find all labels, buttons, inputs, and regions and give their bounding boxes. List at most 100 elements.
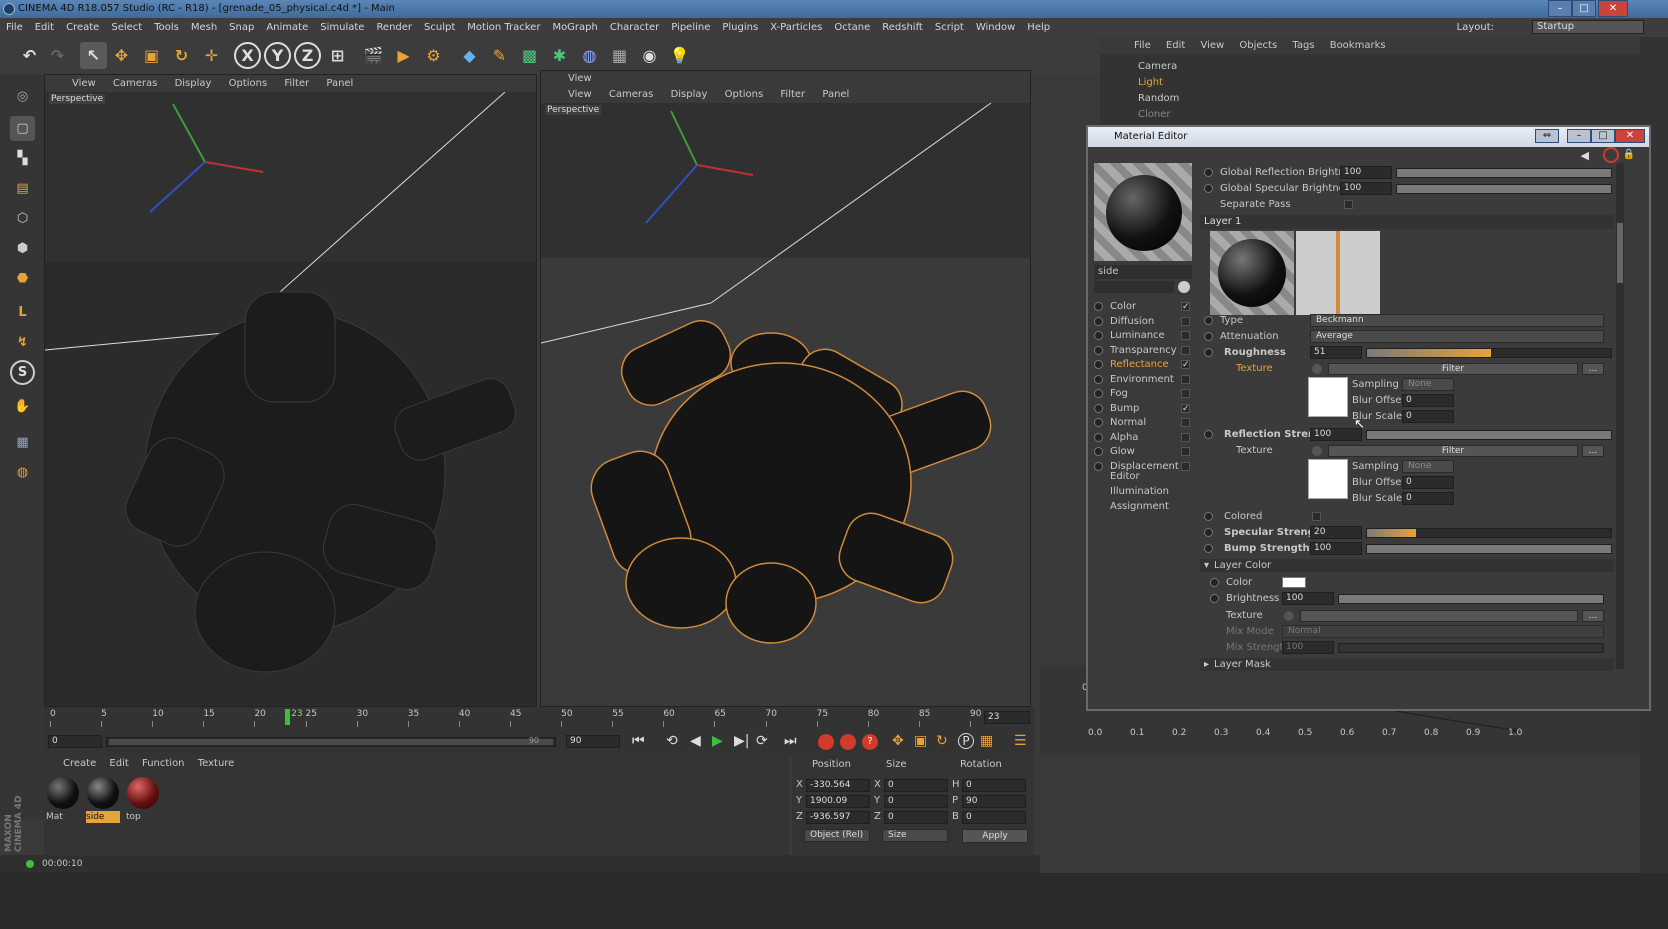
material-swatch-mat[interactable]: Mat	[44, 775, 82, 823]
material-preview[interactable]	[1094, 163, 1192, 261]
coord-mode-dropdown[interactable]: Object (Rel)	[804, 829, 870, 842]
blur-scale2-field[interactable]: 0	[1402, 492, 1454, 505]
texture2-more-button[interactable]: ...	[1582, 445, 1604, 457]
object-row-cloner[interactable]: Cloner	[1114, 107, 1304, 123]
record-key-icon[interactable]	[818, 734, 834, 750]
layer-texture-more-button[interactable]: ...	[1582, 610, 1604, 622]
channel-bump[interactable]: Bump ✓	[1094, 401, 1190, 416]
camera-icon[interactable]: ◉	[636, 42, 663, 69]
animate-dot[interactable]	[1204, 544, 1213, 553]
object-mode-icon[interactable]: ▢	[10, 116, 35, 141]
texture2-filter-button[interactable]: Filter	[1328, 445, 1578, 457]
minimize-button[interactable]: –	[1548, 0, 1572, 17]
channel-dot[interactable]	[1094, 302, 1103, 311]
channel-checkbox[interactable]	[1181, 345, 1190, 355]
axis-mode-icon[interactable]: L	[10, 300, 35, 325]
blur-offset1-field[interactable]: 0	[1402, 394, 1454, 407]
material-name-field[interactable]: side	[1094, 265, 1192, 279]
bump-strength-slider[interactable]	[1366, 544, 1612, 554]
mm-menu-function[interactable]: Function	[137, 758, 190, 769]
floor-icon[interactable]: ▦	[606, 42, 633, 69]
model-mode-icon[interactable]: ◎	[10, 84, 35, 109]
animate-dot[interactable]	[1204, 184, 1213, 193]
planar-workplane-icon[interactable]: ▦	[10, 430, 35, 455]
start-frame-field[interactable]: 0	[48, 735, 102, 748]
channel-dot[interactable]	[1094, 374, 1103, 384]
menu-file[interactable]: File	[0, 18, 29, 37]
section-editor[interactable]: Editor	[1110, 471, 1140, 482]
type-dropdown[interactable]: Beckmann	[1310, 314, 1604, 327]
viewport-right[interactable]: View View Cameras Display Options Filter…	[540, 70, 1031, 707]
vp-menu-display[interactable]: Display	[168, 75, 219, 92]
section-illumination[interactable]: Illumination	[1110, 486, 1169, 497]
animate-dot[interactable]	[1210, 578, 1219, 587]
mm-menu-create[interactable]: Create	[58, 758, 101, 769]
end-frame-field[interactable]: 90	[566, 735, 620, 748]
me-maximize-button[interactable]: □	[1591, 129, 1615, 143]
tweak-mode-icon[interactable]: ↯	[10, 330, 35, 355]
texture1-filter-button[interactable]: Filter	[1328, 363, 1578, 375]
material-pick-icon[interactable]	[1178, 281, 1190, 293]
attenuation-dropdown[interactable]: Average	[1310, 330, 1604, 343]
blur-offset2-field[interactable]: 0	[1402, 476, 1454, 489]
om-menu-edit[interactable]: Edit	[1160, 37, 1191, 54]
channel-dot[interactable]	[1094, 316, 1103, 326]
solo-icon[interactable]: ◍	[10, 460, 35, 485]
layer-color-swatch[interactable]	[1282, 577, 1306, 588]
autokey-icon[interactable]	[840, 734, 856, 750]
texture2-arrow-icon[interactable]	[1312, 446, 1322, 456]
subdivision-icon[interactable]: ▩	[516, 42, 543, 69]
channel-checkbox[interactable]: ✓	[1181, 302, 1190, 312]
mix-strength-slider[interactable]	[1338, 643, 1604, 653]
polygons-mode-icon[interactable]: ⬣	[10, 266, 35, 291]
back-arrow-icon[interactable]: ◀	[1581, 149, 1589, 162]
vp-menu-view[interactable]: View	[65, 75, 103, 92]
snap-icon[interactable]: S	[10, 360, 35, 385]
light-icon[interactable]: 💡	[666, 42, 693, 69]
vp2-menu-cameras[interactable]: Cameras	[602, 86, 660, 103]
mm-menu-texture[interactable]: Texture	[193, 758, 240, 769]
specular-strength-slider[interactable]	[1366, 528, 1612, 538]
menu-sculpt[interactable]: Sculpt	[418, 18, 461, 37]
coord-size-dropdown[interactable]: Size	[882, 829, 948, 842]
deformer-icon[interactable]: ◍	[576, 42, 603, 69]
layer-mask-group[interactable]: ▸ Layer Mask	[1200, 658, 1614, 671]
me-close-button[interactable]: ✕	[1615, 129, 1645, 143]
channel-dot[interactable]	[1094, 432, 1103, 442]
global-specular-slider[interactable]	[1396, 184, 1612, 194]
undo-icon[interactable]: ↶	[16, 42, 43, 69]
goto-start-icon[interactable]: ⏮	[632, 733, 645, 749]
global-reflection-field[interactable]: 100	[1340, 166, 1392, 179]
key-scale-icon[interactable]: ▣	[914, 733, 927, 749]
layer-brightness-field[interactable]: 100	[1282, 592, 1334, 605]
channel-checkbox[interactable]: ✓	[1181, 403, 1190, 413]
channel-color[interactable]: Color ✓	[1094, 299, 1190, 314]
channel-checkbox[interactable]	[1181, 447, 1190, 456]
layer-texture-arrow-icon[interactable]	[1284, 611, 1294, 621]
channel-checkbox[interactable]	[1181, 374, 1190, 384]
render-view-icon[interactable]: 🎬	[360, 42, 387, 69]
texture1-more-button[interactable]: ...	[1582, 363, 1604, 375]
channel-dot[interactable]	[1094, 360, 1103, 369]
object-row-random[interactable]: Random	[1114, 91, 1304, 107]
menu-motion-tracker[interactable]: Motion Tracker	[461, 18, 546, 37]
z-axis-icon[interactable]: Z	[294, 42, 321, 69]
lock-icon[interactable]: 🔒	[1623, 149, 1635, 160]
channel-fog[interactable]: Fog	[1094, 386, 1190, 401]
coord-system-icon[interactable]: ⊞	[324, 42, 351, 69]
step-back-icon[interactable]: ◀	[690, 733, 701, 749]
channel-checkbox[interactable]	[1181, 418, 1190, 427]
layer-color-group[interactable]: ▾ Layer Color	[1200, 559, 1614, 572]
channel-dot[interactable]	[1094, 345, 1103, 355]
cube-icon[interactable]: ◆	[456, 42, 483, 69]
animate-dot[interactable]	[1204, 168, 1213, 177]
select-icon[interactable]: ↖	[80, 42, 107, 69]
vp-menu-options[interactable]: Options	[222, 75, 275, 92]
size-field[interactable]: 0	[884, 811, 948, 824]
timeline-range-bar[interactable]: 90	[106, 736, 556, 747]
channel-checkbox[interactable]	[1181, 461, 1190, 471]
texture-mode-icon[interactable]: ▚	[10, 146, 35, 171]
mm-menu-edit[interactable]: Edit	[104, 758, 133, 769]
reflection-strength-slider[interactable]	[1366, 430, 1612, 440]
workplane-icon[interactable]: ▤	[10, 176, 35, 201]
